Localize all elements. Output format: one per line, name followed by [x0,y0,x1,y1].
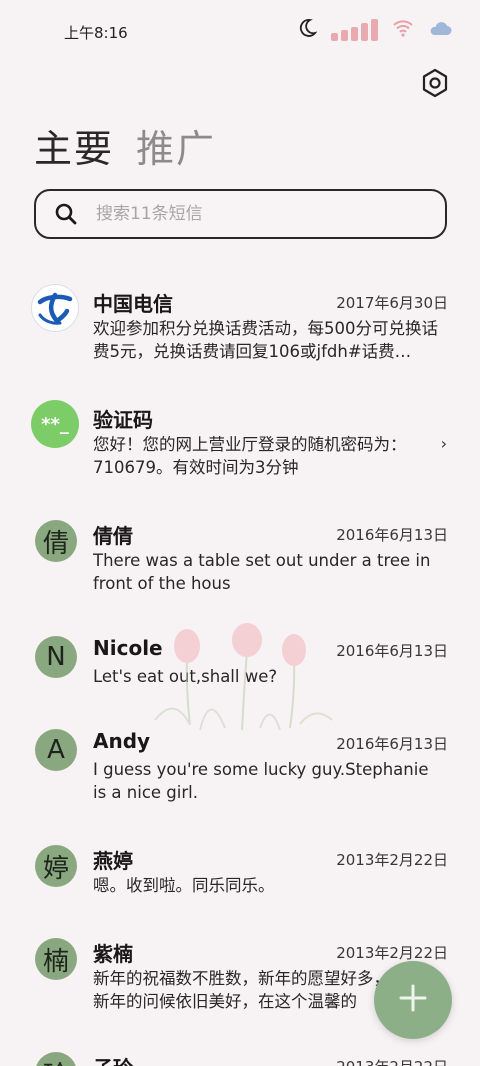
sender-name: 倩倩 [93,524,133,548]
moon-icon [297,18,318,42]
status-icons [297,18,452,42]
contact-avatar: 玲 [35,1052,77,1066]
sender-name: 紫楠 [93,942,133,966]
message-row-china-telecom[interactable]: 中国电信 2017年6月30日 欢迎参加积分兑换话费活动，每500分可兑换话费5… [0,270,480,386]
message-date: 2016年6月13日 [336,735,448,753]
message-row-verification-code[interactable]: **_ 验证码 您好！您的网上营业厅登录的随机密码为：710679。有效时间为3… [0,386,480,502]
tab-bar: 主要 推广 [34,118,216,173]
settings-button[interactable] [418,66,452,100]
contact-avatar: N [35,636,77,678]
contact-avatar: A [35,729,77,771]
message-snippet: 欢迎参加积分兑换话费活动，每500分可兑换话费5元，兑换话费请回复106或jfd… [93,319,438,361]
status-time: 上午8:16 [64,24,128,42]
message-date: 2016年6月13日 [336,642,448,660]
sender-name: 子玲 [93,1052,133,1066]
message-date: 2017年6月30日 [336,294,448,312]
tab-primary[interactable]: 主要 [34,118,114,173]
message-snippet: 新年的祝福数不胜数，新年的愿望好多，新年的问候依旧美好，在这个温馨的 [93,969,390,1011]
message-snippet: 嗯。收到啦。同乐同乐。 [93,876,275,895]
message-snippet: There was a table set out under a tree i… [93,551,431,593]
message-row[interactable]: N Nicole 2016年6月13日 Let's eat out,shall … [0,618,480,712]
contact-avatar: 楠 [35,938,77,980]
message-date: 2013年2月22日 [336,944,448,962]
sender-name: Nicole [93,636,163,660]
chevron-right-icon[interactable]: › [441,434,447,453]
message-date: 2016年6月13日 [336,526,448,544]
settings-hexagon-icon [418,68,452,104]
sender-name: 中国电信 [93,292,173,316]
status-bar: 上午8:16 [0,0,480,64]
cloud-icon [428,20,452,40]
plus-icon [398,983,428,1017]
search-bar[interactable] [34,189,447,239]
search-icon [36,202,96,226]
search-input[interactable] [96,204,416,224]
message-row[interactable]: 玲 子玲 2013年2月22日 [0,1036,480,1066]
message-date: 2013年2月22日 [336,1056,448,1066]
message-row[interactable]: 倩 倩倩 2016年6月13日 There was a table set ou… [0,502,480,618]
message-row[interactable]: 婷 燕婷 2013年2月22日 嗯。收到啦。同乐同乐。 [0,827,480,920]
message-snippet: Let's eat out,shall we? [93,667,278,686]
signal-icon [331,19,378,41]
password-avatar-icon: **_ [31,400,79,448]
contact-avatar: 婷 [35,845,77,887]
message-row[interactable]: A Andy 2016年6月13日 I guess you're some lu… [0,711,480,827]
sender-name: 验证码 [93,408,153,432]
wifi-icon [392,19,414,41]
compose-button[interactable] [374,961,452,1039]
message-snippet: 您好！您的网上营业厅登录的随机密码为：710679。有效时间为3分钟 [93,435,407,477]
tab-promotions[interactable]: 推广 [136,118,216,173]
contact-avatar: 倩 [35,520,77,562]
china-telecom-logo-icon [31,284,79,332]
message-date: 2013年2月22日 [336,851,448,869]
sender-name: Andy [93,729,151,753]
sender-name: 燕婷 [93,849,133,873]
message-snippet: I guess you're some lucky guy.Stephanie … [93,760,429,802]
